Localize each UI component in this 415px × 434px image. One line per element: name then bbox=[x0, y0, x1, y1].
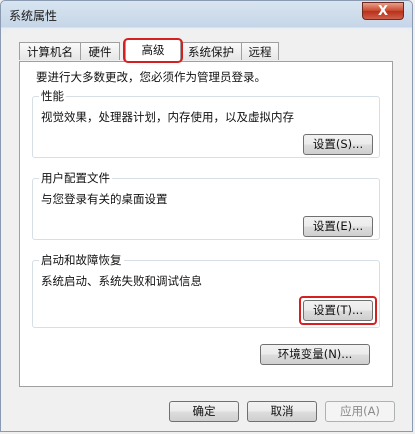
ok-button[interactable]: 确定 bbox=[169, 401, 239, 422]
cancel-button[interactable]: 取消 bbox=[247, 401, 317, 422]
performance-group: 性能 视觉效果，处理器计划，内存使用，以及虚拟内存 设置(S)... bbox=[32, 88, 380, 158]
performance-settings-button[interactable]: 设置(S)... bbox=[303, 134, 373, 155]
startup-desc: 系统启动、系统失败和调试信息 bbox=[41, 274, 202, 288]
apply-button[interactable]: 应用(A) bbox=[325, 401, 395, 422]
startup-recovery-group: 启动和故障恢复 系统启动、系统失败和调试信息 设置(T)... bbox=[32, 252, 380, 328]
dialog-client: 计算机名 硬件 高级 系统保护 远程 要进行大多数更改，您必须作为管理员登录。 … bbox=[7, 29, 408, 427]
tab-remote[interactable]: 远程 bbox=[241, 42, 279, 60]
admin-note: 要进行大多数更改，您必须作为管理员登录。 bbox=[36, 70, 266, 84]
close-icon: X bbox=[377, 4, 389, 19]
profiles-title: 用户配置文件 bbox=[39, 170, 112, 186]
title-bar[interactable]: 系统属性 X bbox=[1, 1, 412, 29]
performance-title: 性能 bbox=[39, 88, 66, 104]
advanced-tab-panel: 要进行大多数更改，您必须作为管理员登录。 性能 视觉效果，处理器计划，内存使用，… bbox=[19, 61, 393, 387]
user-profiles-group: 用户配置文件 与您登录有关的桌面设置 设置(E)... bbox=[32, 170, 380, 240]
performance-desc: 视觉效果，处理器计划，内存使用，以及虚拟内存 bbox=[41, 110, 294, 124]
environment-variables-button[interactable]: 环境变量(N)... bbox=[260, 344, 370, 365]
startup-button-highlight-annotation bbox=[299, 296, 377, 325]
system-properties-window: 系统属性 X 计算机名 硬件 高级 系统保护 远程 要进行大多数更改，您必须作为… bbox=[0, 0, 413, 432]
close-button[interactable]: X bbox=[362, 2, 404, 20]
tab-highlight-annotation bbox=[123, 38, 183, 63]
tab-hardware[interactable]: 硬件 bbox=[80, 42, 120, 60]
startup-title: 启动和故障恢复 bbox=[39, 252, 124, 268]
profiles-settings-button[interactable]: 设置(E)... bbox=[303, 216, 373, 237]
profiles-desc: 与您登录有关的桌面设置 bbox=[41, 192, 168, 206]
tab-system-protection[interactable]: 系统保护 bbox=[180, 42, 242, 60]
window-title: 系统属性 bbox=[9, 9, 58, 23]
tab-computer-name[interactable]: 计算机名 bbox=[19, 42, 81, 60]
